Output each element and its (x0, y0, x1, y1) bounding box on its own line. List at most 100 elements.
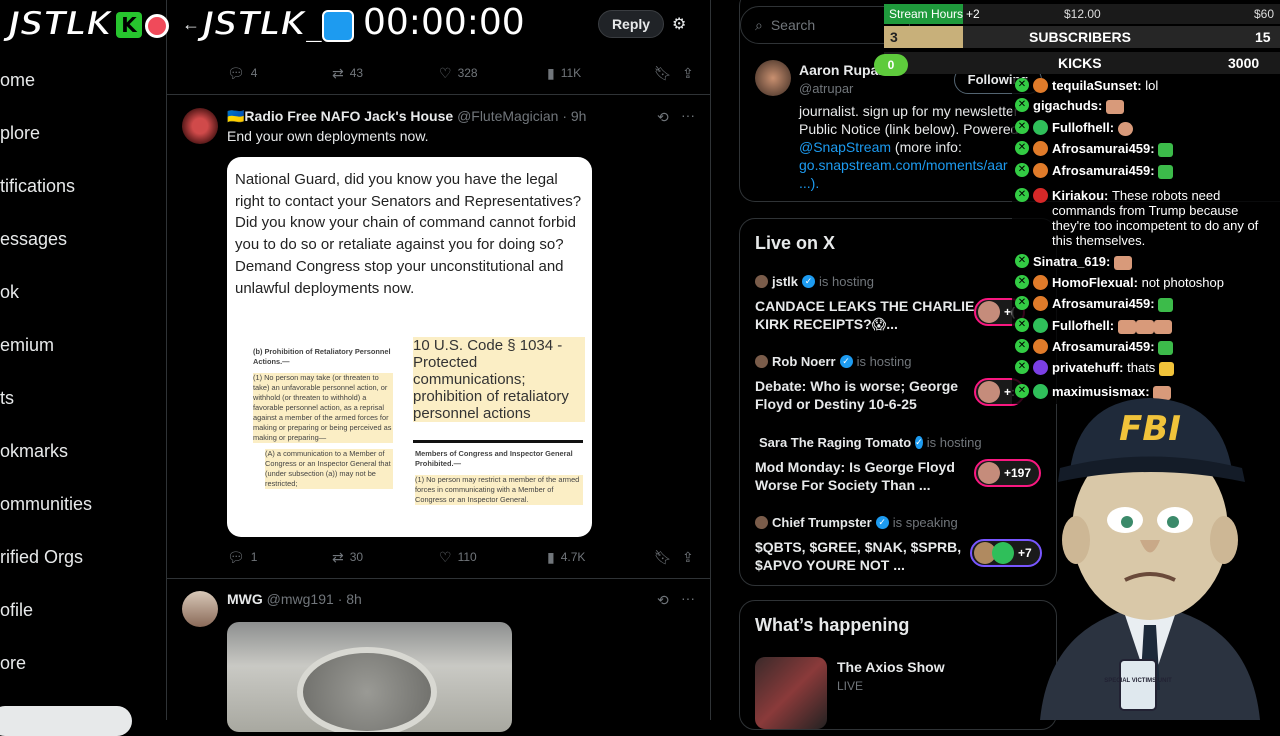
doc-right: Members of Congress and Inspector Genera… (415, 449, 583, 505)
nav-communities[interactable]: ommunities (0, 494, 92, 515)
happening-title: What’s happening (755, 615, 910, 635)
share-action[interactable]: ⇪ (682, 66, 694, 80)
more-icon[interactable]: ··· (681, 108, 695, 122)
views-action[interactable]: ▮ 11K (547, 66, 581, 80)
host-avatar (755, 275, 768, 288)
grok-icon[interactable]: ⟲ (657, 110, 669, 124)
author-name[interactable]: MWG (227, 591, 263, 607)
mod-icon: ✕ (1015, 78, 1029, 92)
post-image[interactable]: National Guard, did you know you have th… (227, 157, 592, 537)
live-title: Mod Monday: Is George Floyd Worse For So… (755, 459, 955, 493)
avatar[interactable] (755, 60, 791, 96)
whats-happening-panel: What’s happening The Axios Show LIVE (739, 600, 1057, 730)
more-icon[interactable]: ··· (681, 591, 695, 605)
reply-action[interactable]: 💬︎ 4 (227, 66, 257, 80)
back-arrow-icon[interactable]: ← (182, 14, 200, 35)
profile-name[interactable]: Aaron Rupar (799, 62, 884, 78)
kicks-count: 0 (874, 54, 908, 76)
stream-logo: JSTLK (7, 3, 113, 45)
user-badge (1033, 275, 1048, 290)
bookmark-action[interactable]: 🔖︎ (654, 550, 672, 564)
heart-icon: ♡ (439, 65, 452, 81)
fbi-cap-text: FBI (1119, 409, 1181, 449)
verified-icon: ✓ (839, 355, 853, 368)
nav-grok[interactable]: ok (0, 282, 19, 303)
host-avatar (755, 516, 768, 529)
like-action[interactable]: ♡ 328 (439, 66, 478, 80)
bio-link[interactable]: @SnapStream (799, 139, 891, 155)
stream-hours-label: Stream Hours (889, 7, 964, 21)
live-item[interactable]: Rob Noerr ✓ is hosting Debate: Who is wors… (755, 354, 975, 413)
emote (1153, 319, 1172, 334)
user-badge (1033, 188, 1048, 203)
profile-handle[interactable]: @atrupar (799, 81, 853, 96)
nav-lists[interactable]: ts (0, 388, 14, 409)
views-action[interactable]: ▮ 4.7K (547, 550, 585, 564)
share-icon: ⇪ (682, 549, 694, 565)
stream-hours-max: $60 (1254, 7, 1275, 21)
author-handle[interactable]: @FluteMagician (457, 108, 558, 124)
mod-icon: ✕ (1015, 188, 1029, 202)
author-handle[interactable]: @mwg191 (267, 591, 334, 607)
stream-hours-mid: $12.00 (1064, 7, 1101, 21)
live-item[interactable]: Chief Trumpster ✓ is speaking $QBTS, $GREE… (755, 515, 975, 574)
nav-explore[interactable]: plore (0, 123, 40, 144)
emote (1158, 340, 1174, 355)
subscribers-label: SUBSCRIBERS (1029, 29, 1131, 45)
kicks-label: KICKS (1058, 55, 1102, 71)
bookmark-action[interactable]: 🔖︎ (654, 66, 672, 80)
repost-action[interactable]: ⇄ 43 (332, 66, 363, 80)
bookmark-icon: 🔖︎ (654, 65, 672, 81)
live-on-x-panel: Live on X jstlk ✓ is hosting CANDACE LEAKS… (739, 218, 1057, 586)
emote (1158, 142, 1174, 157)
emote (1113, 255, 1132, 270)
reply-action[interactable]: 💬︎ 1 (227, 550, 257, 564)
settings-sliders-icon[interactable]: ⚙ (672, 14, 686, 34)
nav-more[interactable]: ore (0, 653, 26, 674)
stream-hours-bar: Stream Hours +2 $12.00 $60 (884, 4, 1280, 24)
repost-action[interactable]: ⇄ 30 (332, 550, 363, 564)
divider (167, 578, 710, 579)
post-header: 🇺🇦Radio Free NAFO Jack's House @FluteMag… (227, 108, 586, 125)
post-time[interactable]: · 8h (338, 591, 362, 607)
avatar[interactable] (182, 591, 218, 627)
nav-profile[interactable]: ofile (0, 600, 33, 621)
badge-text: SPECIAL VICTIMS UNIT (1104, 678, 1172, 684)
emote (1105, 99, 1124, 114)
share-action[interactable]: ⇪ (682, 550, 694, 564)
trend-title[interactable]: The Axios Show (837, 659, 945, 675)
nav-bookmarks[interactable]: okmarks (0, 441, 68, 462)
mod-icon: ✕ (1015, 275, 1029, 289)
post-button[interactable] (0, 706, 132, 736)
kicks-goal: 3000 (1228, 55, 1260, 71)
repost-icon: ⇄ (332, 65, 344, 81)
mod-icon: ✕ (1015, 318, 1029, 332)
user-badge (1033, 163, 1048, 178)
live-item[interactable]: jstlk ✓ is hosting CANDACE LEAKS THE CHARL… (755, 274, 975, 333)
verified-icon: ✓ (802, 275, 816, 288)
live-title: CANDACE LEAKS THE CHARLIE KIRK RECEIPTS?… (755, 298, 975, 332)
trend-thumbnail[interactable] (755, 657, 827, 729)
listener-avatar (978, 301, 1000, 323)
reply-button[interactable]: Reply (598, 10, 664, 38)
post-header: MWG @mwg191 · 8h (227, 591, 362, 607)
repost-icon: ⇄ (332, 549, 344, 565)
trend-status: LIVE (837, 679, 864, 693)
nav-messages[interactable]: essages (0, 229, 67, 250)
doc-right-title: 10 U.S. Code § 1034 - Protected communic… (413, 337, 585, 422)
chart-icon: ▮ (547, 65, 555, 81)
grok-icon[interactable]: ⟲ (657, 593, 669, 607)
listener-avatar (978, 381, 1000, 403)
avatar[interactable] (182, 108, 218, 144)
author-name[interactable]: 🇺🇦Radio Free NAFO Jack's House (227, 108, 453, 124)
live-item[interactable]: Sara The Raging Tomato ✓ is hosting Mod Mo… (755, 435, 982, 494)
nav-home[interactable]: ome (0, 70, 35, 91)
like-action[interactable]: ♡ 110 (439, 550, 477, 564)
post-image[interactable] (227, 622, 512, 732)
user-badge (1033, 360, 1048, 375)
nav-verified-orgs[interactable]: rified Orgs (0, 547, 83, 568)
mod-icon: ✕ (1015, 141, 1029, 155)
post-time[interactable]: · 9h (562, 108, 586, 124)
nav-premium[interactable]: emium (0, 335, 54, 356)
nav-notifications[interactable]: tifications (0, 176, 75, 197)
